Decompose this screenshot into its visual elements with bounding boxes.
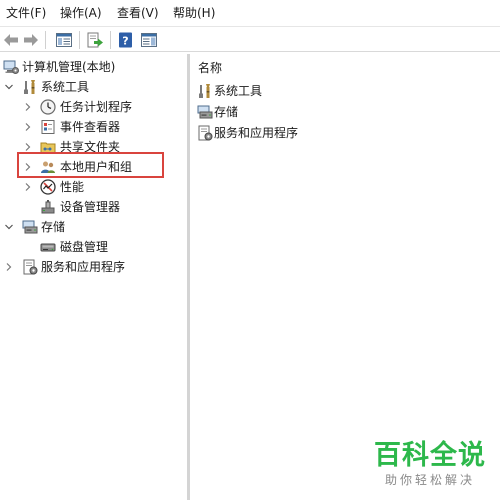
shared-folder-icon bbox=[40, 139, 56, 155]
watermark-title: 百科全说 bbox=[374, 440, 486, 471]
watermark-logo: 百科全说 助你轻松解决 bbox=[370, 440, 490, 496]
back-arrow-icon[interactable] bbox=[2, 31, 20, 49]
users-icon bbox=[40, 159, 56, 175]
tree-item-label: 计算机管理(本地) bbox=[22, 60, 116, 74]
tree-item-label: 共享文件夹 bbox=[60, 140, 121, 154]
column-header-name[interactable]: 名称 bbox=[198, 60, 222, 76]
tree-item-label: 事件查看器 bbox=[60, 120, 121, 134]
tree-item-local-users-groups[interactable]: 本地用户和组 bbox=[0, 157, 187, 177]
system-tools-icon bbox=[22, 79, 38, 95]
tree-item-label: 性能 bbox=[60, 180, 85, 194]
event-viewer-icon bbox=[40, 119, 56, 135]
clock-icon bbox=[40, 99, 56, 115]
computer-management-icon bbox=[3, 59, 19, 75]
menu-action[interactable]: 操作(A) bbox=[60, 5, 102, 21]
show-hide-tree-icon[interactable] bbox=[55, 31, 73, 49]
menu-bar: 文件(F) 操作(A) 查看(V) 帮助(H) bbox=[0, 0, 500, 26]
performance-icon bbox=[40, 179, 56, 195]
tree-item-device-manager[interactable]: 设备管理器 bbox=[0, 197, 187, 217]
storage-icon bbox=[197, 104, 213, 120]
tree-item-label: 任务计划程序 bbox=[60, 100, 133, 114]
storage-icon bbox=[22, 219, 38, 235]
menu-view[interactable]: 查看(V) bbox=[117, 5, 159, 21]
menu-file[interactable]: 文件(F) bbox=[6, 5, 46, 21]
menu-help[interactable]: 帮助(H) bbox=[173, 5, 215, 21]
export-list-icon[interactable] bbox=[86, 31, 104, 49]
list-item-label: 系统工具 bbox=[214, 84, 263, 98]
tree-item-task-scheduler[interactable]: 任务计划程序 bbox=[0, 97, 187, 117]
device-manager-icon bbox=[40, 199, 56, 215]
expand-chevron-right-icon[interactable] bbox=[22, 97, 34, 117]
tree-item-label: 系统工具 bbox=[41, 80, 90, 94]
tree-item-services-apps[interactable]: 服务和应用程序 bbox=[0, 257, 187, 277]
tree-item-system-tools[interactable]: 系统工具 bbox=[0, 77, 187, 97]
disk-icon bbox=[40, 239, 56, 255]
services-icon bbox=[22, 259, 38, 275]
expand-chevron-right-icon[interactable] bbox=[22, 177, 34, 197]
watermark-subtitle: 助你轻松解决 bbox=[384, 473, 475, 487]
tree-item-label: 服务和应用程序 bbox=[41, 260, 126, 274]
tree-item-label: 设备管理器 bbox=[60, 200, 121, 214]
expand-chevron-right-icon[interactable] bbox=[22, 157, 34, 177]
expand-chevron-right-icon[interactable] bbox=[22, 137, 34, 157]
tree-item-computer-management[interactable]: 计算机管理(本地) bbox=[0, 57, 187, 77]
expand-chevron-right-icon[interactable] bbox=[3, 257, 15, 277]
toolbar-separator bbox=[45, 31, 46, 49]
expand-chevron-down-icon[interactable] bbox=[3, 77, 15, 97]
toolbar-separator bbox=[110, 31, 111, 49]
svg-text:?: ? bbox=[122, 35, 128, 48]
system-tools-icon bbox=[197, 83, 213, 99]
tree-item-performance[interactable]: 性能 bbox=[0, 177, 187, 197]
tree-item-label: 存储 bbox=[41, 220, 66, 234]
help-icon[interactable]: ? bbox=[117, 31, 135, 49]
services-icon bbox=[197, 125, 213, 141]
list-item-label: 服务和应用程序 bbox=[214, 126, 299, 140]
expand-chevron-down-icon[interactable] bbox=[3, 217, 15, 237]
toolbar: ? bbox=[0, 26, 500, 52]
action-pane-icon[interactable] bbox=[140, 31, 158, 49]
tree-item-storage[interactable]: 存储 bbox=[0, 217, 187, 237]
toolbar-separator bbox=[79, 31, 80, 49]
forward-arrow-icon[interactable] bbox=[22, 31, 40, 49]
tree-item-event-viewer[interactable]: 事件查看器 bbox=[0, 117, 187, 137]
tree-item-shared-folders[interactable]: 共享文件夹 bbox=[0, 137, 187, 157]
tree-item-label: 本地用户和组 bbox=[60, 160, 133, 174]
tree-item-label: 磁盘管理 bbox=[60, 240, 109, 254]
expand-chevron-right-icon[interactable] bbox=[22, 117, 34, 137]
list-item-label: 存储 bbox=[214, 105, 239, 119]
tree-item-disk-management[interactable]: 磁盘管理 bbox=[0, 237, 187, 257]
